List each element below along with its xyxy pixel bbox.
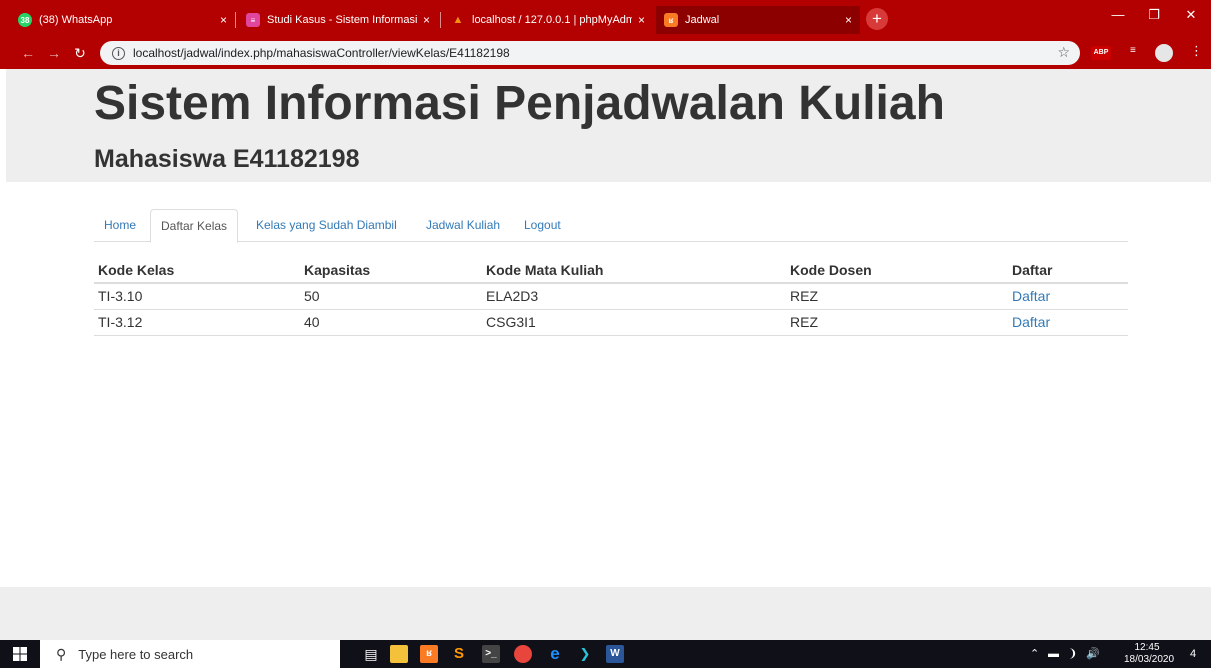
menu-kebab-icon[interactable]: ⋮ [1190, 43, 1203, 59]
cell-kode-dosen: REZ [786, 283, 1008, 310]
tab-separator [235, 12, 236, 28]
whatsapp-icon: 38 [18, 13, 32, 27]
taskbar-search-box[interactable]: ⚲ Type here to search [40, 640, 340, 668]
adblock-icon[interactable]: ABP [1091, 46, 1111, 60]
task-view-icon[interactable]: ▤ [362, 645, 380, 663]
daftar-link[interactable]: Daftar [1012, 314, 1050, 330]
column-header: Daftar [1008, 258, 1128, 284]
site-info-icon[interactable]: i [112, 46, 125, 60]
back-arrow-icon[interactable]: ← [18, 43, 38, 63]
windows-start-button[interactable] [0, 640, 40, 668]
notification-count: 4 [1189, 648, 1197, 660]
cell-daftar: Daftar [1008, 283, 1128, 310]
clock-time: 12:45 [1134, 642, 1160, 653]
system-clock[interactable]: 12:45 18/03/2020 [1124, 642, 1175, 666]
tab-title: (38) WhatsApp [39, 14, 113, 26]
cell-kapasitas: 40 [300, 309, 482, 336]
windows-taskbar: ⚲ Type here to search ▤ ʁ S >_ e ❯ W ⌃ ▬… [0, 640, 1211, 668]
wifi-icon[interactable]: ❩ [1068, 640, 1077, 668]
windows-logo-icon [13, 647, 27, 661]
action-center-icon[interactable]: 4 [1182, 640, 1204, 668]
cell-kode-kelas: TI-3.12 [94, 309, 300, 336]
address-bar[interactable]: i localhost/jadwal/index.php/mahasiswaCo… [100, 41, 1080, 65]
tab-daftar-kelas[interactable]: Daftar Kelas [150, 209, 239, 243]
close-tab-icon[interactable]: × [638, 13, 645, 27]
minimize-button[interactable]: — [1100, 0, 1136, 30]
chevron-up-icon[interactable]: ⌃ [1030, 640, 1039, 668]
profile-avatar-icon[interactable] [1155, 44, 1173, 62]
close-tab-icon[interactable]: × [423, 13, 430, 27]
page-footer [0, 587, 1211, 640]
page-title: Sistem Informasi Penjadwalan Kuliah [94, 77, 945, 130]
battery-icon[interactable]: ▬ [1048, 640, 1059, 668]
restore-button[interactable]: ❐ [1136, 0, 1172, 30]
cell-kode-dosen: REZ [786, 309, 1008, 336]
file-explorer-icon[interactable] [390, 645, 408, 663]
column-header: Kode Kelas [94, 258, 300, 284]
cell-daftar: Daftar [1008, 309, 1128, 336]
bookmark-star-icon[interactable]: ☆ [1057, 44, 1070, 61]
table-header-row: Kode Kelas Kapasitas Kode Mata Kuliah Ko… [94, 258, 1128, 284]
header-jumbotron: Sistem Informasi Penjadwalan Kuliah Maha… [6, 69, 1211, 182]
edge-icon[interactable]: e [546, 645, 564, 663]
browser-tab-whatsapp[interactable]: 38 (38) WhatsApp × [10, 6, 235, 34]
class-table: Kode Kelas Kapasitas Kode Mata Kuliah Ko… [94, 258, 1128, 336]
xampp-taskbar-icon[interactable]: ʁ [420, 645, 438, 663]
extension-icon[interactable]: ≡ [1130, 45, 1136, 61]
close-tab-icon[interactable]: × [220, 13, 227, 27]
tab-jadwal-kuliah[interactable]: Jadwal Kuliah [416, 209, 510, 242]
volume-icon[interactable]: 🔊 [1086, 640, 1100, 668]
xampp-icon: ʁ [664, 13, 678, 27]
cell-kode-mata-kuliah: ELA2D3 [482, 283, 786, 310]
tab-kelas-diambil[interactable]: Kelas yang Sudah Diambil [246, 209, 407, 242]
tab-logout[interactable]: Logout [514, 209, 571, 242]
tab-title: Studi Kasus - Sistem Informasi Se [267, 14, 417, 26]
column-header: Kode Dosen [786, 258, 1008, 284]
sublime-text-icon[interactable]: S [450, 645, 468, 663]
vscode-icon[interactable]: ❯ [576, 645, 594, 663]
close-window-button[interactable]: ✕ [1173, 0, 1209, 30]
column-header: Kode Mata Kuliah [482, 258, 786, 284]
terminal-icon[interactable]: >_ [482, 645, 500, 663]
column-header: Kapasitas [300, 258, 482, 284]
browser-tab-jadwal[interactable]: ʁ Jadwal × [656, 6, 860, 34]
search-icon: ⚲ [56, 645, 67, 662]
search-placeholder: Type here to search [78, 646, 194, 662]
browser-toolbar: ← → ↻ i localhost/jadwal/index.php/mahas… [0, 37, 1211, 69]
clock-date: 18/03/2020 [1124, 654, 1175, 665]
classroom-icon: ≡ [246, 13, 260, 27]
cell-kapasitas: 50 [300, 283, 482, 310]
reload-icon[interactable]: ↻ [70, 43, 90, 63]
table-row: TI-3.12 40 CSG3I1 REZ Daftar [94, 309, 1128, 336]
url-text[interactable]: localhost/jadwal/index.php/mahasiswaCont… [133, 46, 510, 60]
tab-title: Jadwal [685, 14, 720, 26]
browser-tab-strip: 38 (38) WhatsApp × ≡ Studi Kasus - Siste… [0, 0, 1211, 37]
new-tab-button[interactable]: + [866, 8, 888, 30]
phpmyadmin-icon: ▲ [452, 14, 464, 26]
browser-tab-phpmyadmin[interactable]: ▲ localhost / 127.0.0.1 | phpMyAdm × [443, 6, 653, 34]
word-icon[interactable]: W [606, 645, 624, 663]
tab-separator [440, 12, 441, 28]
daftar-link[interactable]: Daftar [1012, 288, 1050, 304]
forward-arrow-icon[interactable]: → [44, 43, 64, 63]
cell-kode-kelas: TI-3.10 [94, 283, 300, 310]
chrome-icon[interactable] [514, 645, 532, 663]
close-tab-icon[interactable]: × [845, 13, 852, 27]
tab-title: localhost / 127.0.0.1 | phpMyAdm [472, 14, 632, 26]
page-subtitle: Mahasiswa E41182198 [94, 145, 360, 173]
tab-home[interactable]: Home [94, 209, 146, 242]
nav-tabs: Home Daftar Kelas Kelas yang Sudah Diamb… [94, 209, 1128, 243]
table-row: TI-3.10 50 ELA2D3 REZ Daftar [94, 283, 1128, 310]
cell-kode-mata-kuliah: CSG3I1 [482, 309, 786, 336]
browser-tab-studi-kasus[interactable]: ≡ Studi Kasus - Sistem Informasi Se × [238, 6, 438, 34]
